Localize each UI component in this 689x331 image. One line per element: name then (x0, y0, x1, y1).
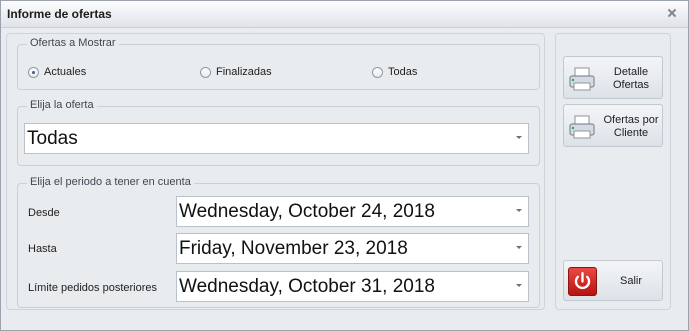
period-group: Elija el periodo a tener en cuenta Desde… (17, 176, 540, 308)
close-icon[interactable] (664, 5, 680, 21)
offer-legend: Elija la oferta (27, 99, 97, 111)
hasta-date-picker[interactable]: Friday, November 23, 2018 (176, 233, 529, 264)
ofertas-por-cliente-line2: Cliente (613, 127, 649, 139)
limite-label: Límite pedidos posteriores (28, 282, 158, 294)
offer-select[interactable]: Todas (24, 123, 529, 154)
client-area: Ofertas a Mostrar Actuales Finalizadas T… (1, 29, 688, 330)
offers-to-show-group: Ofertas a Mostrar Actuales Finalizadas T… (17, 37, 540, 90)
filters-panel: Ofertas a Mostrar Actuales Finalizadas T… (6, 33, 545, 310)
printer-icon (569, 67, 595, 91)
desde-date-value: Wednesday, October 24, 2018 (179, 200, 435, 222)
hasta-date-value: Friday, November 23, 2018 (179, 237, 408, 259)
radio-unchecked-icon (200, 66, 211, 78)
offers-to-show-legend: Ofertas a Mostrar (27, 37, 119, 49)
offer-select-value: Todas (27, 127, 78, 149)
title-bar: Informe de ofertas (1, 1, 688, 28)
printer-icon (569, 115, 595, 139)
radio-label-todas: Todas (388, 66, 418, 78)
radio-todas[interactable]: Todas (372, 66, 417, 78)
radio-actuales[interactable]: Actuales (28, 66, 86, 78)
limite-date-value: Wednesday, October 31, 2018 (179, 275, 435, 297)
report-window: Informe de ofertas Ofertas a Mostrar Act… (0, 0, 689, 331)
power-icon (568, 267, 597, 296)
ofertas-por-cliente-line1: Ofertas por (603, 114, 659, 126)
actions-panel: Detalle Ofertas Ofertas por Cliente Sali… (555, 33, 671, 310)
radio-label-finalizadas: Finalizadas (216, 66, 272, 78)
radio-unchecked-icon (372, 66, 383, 78)
chevron-down-icon (516, 246, 522, 249)
offer-group: Elija la oferta Todas (17, 99, 540, 166)
detalle-ofertas-button[interactable]: Detalle Ofertas (563, 56, 663, 99)
radio-label-actuales: Actuales (44, 66, 87, 78)
chevron-down-icon (516, 209, 522, 212)
salir-button[interactable]: Salir (563, 260, 663, 301)
ofertas-por-cliente-button[interactable]: Ofertas por Cliente (563, 104, 663, 147)
desde-label: Desde (28, 207, 60, 219)
desde-date-picker[interactable]: Wednesday, October 24, 2018 (176, 196, 529, 227)
hasta-label: Hasta (28, 243, 57, 255)
salir-label: Salir (619, 275, 642, 287)
detalle-ofertas-line1: Detalle (613, 66, 649, 78)
chevron-down-icon (516, 136, 522, 139)
chevron-down-icon (516, 284, 522, 287)
period-legend: Elija el periodo a tener en cuenta (27, 176, 194, 188)
detalle-ofertas-line2: Ofertas (612, 79, 650, 91)
limite-date-picker[interactable]: Wednesday, October 31, 2018 (176, 271, 529, 302)
radio-finalizadas[interactable]: Finalizadas (200, 66, 272, 78)
window-title: Informe de ofertas (7, 7, 112, 21)
radio-checked-icon (28, 66, 39, 78)
